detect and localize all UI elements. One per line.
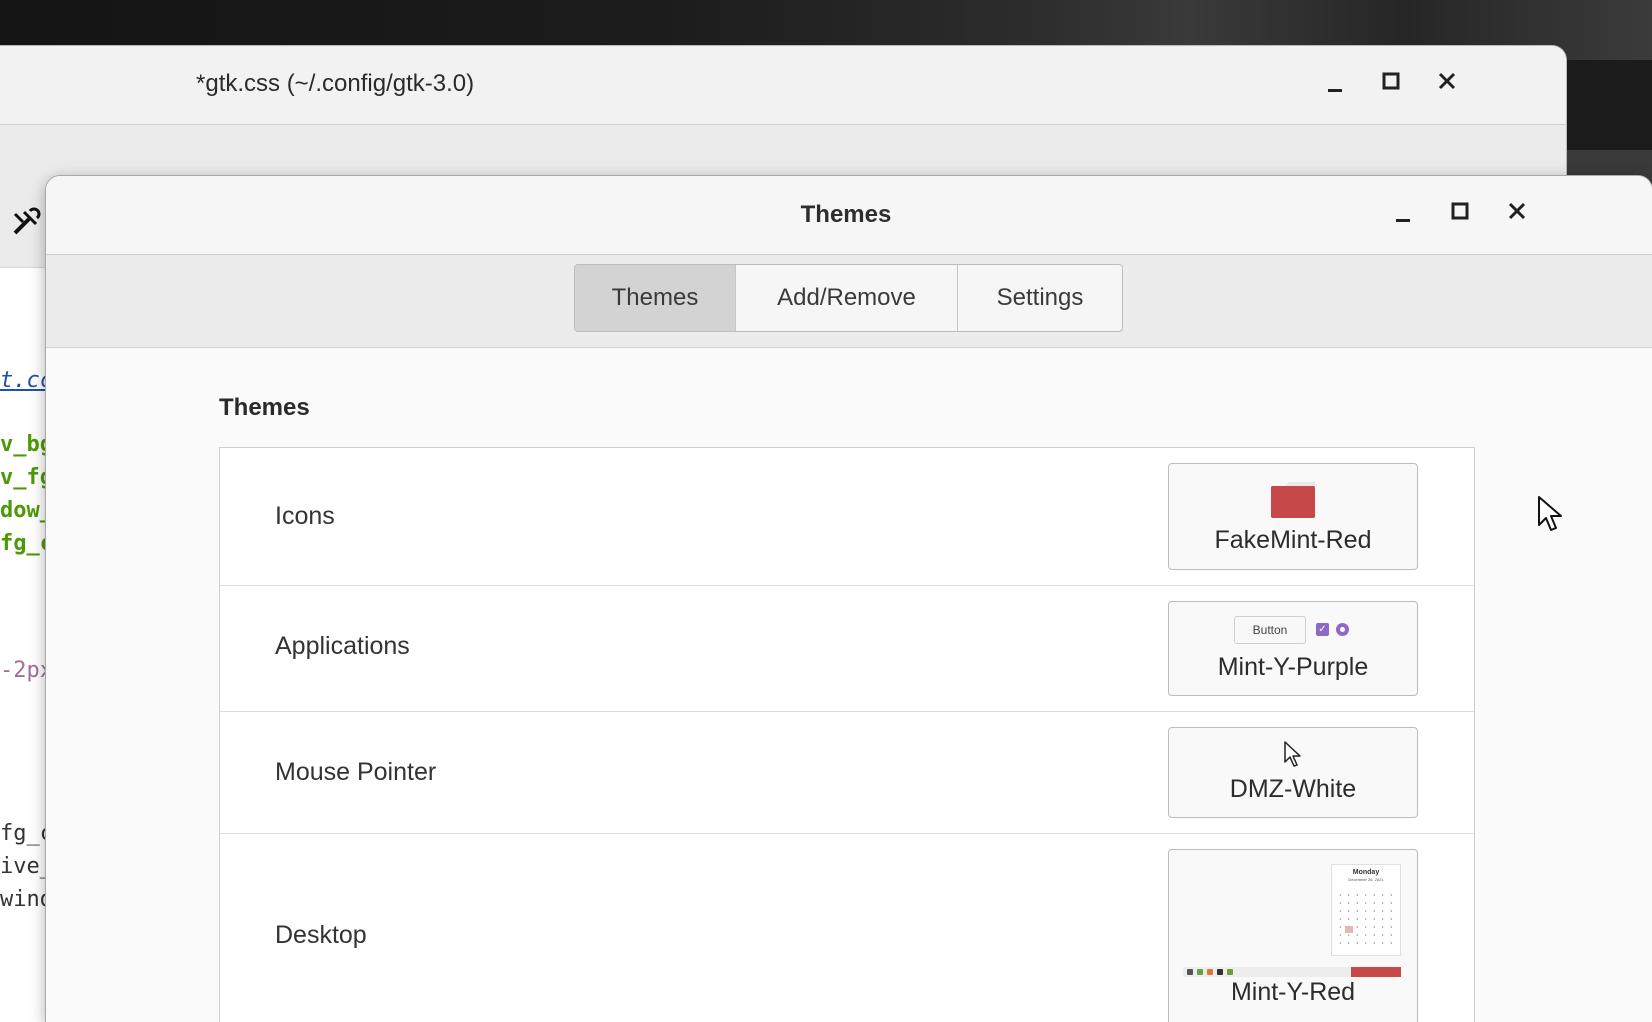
tab-settings[interactable]: Settings	[958, 265, 1122, 331]
radio-icon	[1336, 623, 1349, 636]
calendar-preview: Monday December 26, 2021	[1331, 864, 1401, 956]
list-item: Applications Button ✓ Mint-Y-Purple	[220, 586, 1474, 712]
checkbox-icon: ✓	[1316, 623, 1329, 636]
desktop-theme-button[interactable]: Monday December 26, 2021 Mint-Y-Red	[1168, 849, 1418, 1022]
preview-button: Button	[1234, 616, 1306, 644]
calendar-today	[1345, 926, 1353, 933]
minimize-icon	[1396, 219, 1410, 222]
minimize-icon	[1328, 89, 1342, 92]
desktop-theme-name: Mint-Y-Red	[1230, 978, 1356, 1006]
row-label-desktop: Desktop	[275, 921, 367, 949]
maximize-icon	[1382, 72, 1400, 90]
editor-titlebar[interactable]: *gtk.css (~/.config/gtk-3.0)	[0, 46, 1566, 125]
themes-list: Icons FakeMint-Red Applications Button ✓…	[219, 447, 1475, 1022]
close-button[interactable]	[1502, 196, 1532, 226]
pointer-theme-name: DMZ-White	[1229, 775, 1357, 803]
themes-window[interactable]: Themes Themes Add/Remove Settings Themes…	[46, 176, 1652, 1022]
tools-icon[interactable]	[10, 206, 42, 238]
calendar-day: Monday	[1352, 869, 1380, 876]
menu-icon	[1187, 969, 1193, 975]
editor-minimize-button[interactable]	[1320, 70, 1350, 100]
panel-clock	[1351, 967, 1401, 977]
tab-add-remove[interactable]: Add/Remove	[736, 265, 958, 331]
applications-theme-button[interactable]: Button ✓ Mint-Y-Purple	[1168, 601, 1418, 696]
section-title: Themes	[219, 394, 310, 421]
minimize-button[interactable]	[1388, 200, 1418, 230]
calendar-date: December 26, 2021	[1348, 877, 1384, 882]
tab-switcher: Themes Add/Remove Settings	[574, 264, 1123, 332]
mouse-cursor-icon	[1538, 496, 1562, 531]
panel-preview	[1183, 967, 1401, 977]
app-icon	[1217, 969, 1223, 975]
list-item: Icons FakeMint-Red	[220, 448, 1474, 586]
list-item: Mouse Pointer DMZ-White	[220, 712, 1474, 834]
tab-themes[interactable]: Themes	[575, 265, 736, 331]
editor-close-button[interactable]	[1432, 66, 1462, 96]
app-icon	[1197, 969, 1203, 975]
row-label-applications: Applications	[275, 632, 410, 660]
list-item: Desktop Monday December 26, 2021 Mint-Y-…	[220, 834, 1474, 1022]
close-icon	[1438, 72, 1456, 90]
close-icon	[1508, 202, 1526, 220]
maximize-icon	[1451, 202, 1469, 220]
folder-icon	[1271, 482, 1315, 518]
maximize-button[interactable]	[1445, 196, 1475, 226]
applications-theme-name: Mint-Y-Purple	[1217, 653, 1369, 681]
editor-maximize-button[interactable]	[1376, 66, 1406, 96]
app-icon	[1207, 969, 1213, 975]
pointer-theme-button[interactable]: DMZ-White	[1168, 727, 1418, 818]
pointer-icon	[1284, 741, 1301, 767]
app-icon	[1227, 969, 1233, 975]
row-label-icons: Icons	[275, 502, 335, 530]
calendar-grid	[1336, 891, 1396, 949]
row-label-mouse-pointer: Mouse Pointer	[275, 758, 437, 786]
themes-titlebar[interactable]: Themes	[46, 176, 1652, 255]
editor-title: *gtk.css (~/.config/gtk-3.0)	[196, 70, 475, 97]
icons-theme-button[interactable]: FakeMint-Red	[1168, 463, 1418, 570]
icons-theme-name: FakeMint-Red	[1214, 526, 1372, 554]
